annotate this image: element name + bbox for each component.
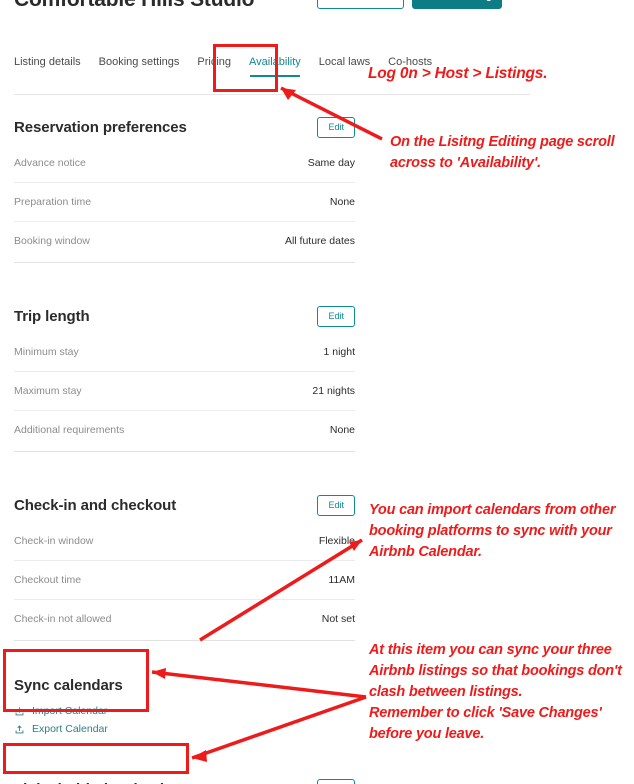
- header-actions: View calendar Preview listing: [317, 0, 502, 9]
- row-preparation-time: Preparation time None: [14, 182, 355, 221]
- import-calendar-label: Import Calendar: [32, 705, 108, 717]
- section-title: Trip length: [14, 307, 90, 325]
- row-label: Checkout time: [14, 574, 82, 586]
- view-calendar-button[interactable]: View calendar: [317, 0, 404, 9]
- row-label: Additional requirements: [14, 424, 125, 436]
- row-label: Check-in window: [14, 535, 94, 547]
- availability-settings-page: Comfortable Hills Studio View calendar P…: [0, 0, 634, 784]
- section-reservation-preferences: Reservation preferences Edit Advance not…: [14, 110, 355, 263]
- preview-listing-button[interactable]: Preview listing: [411, 0, 502, 9]
- export-calendar-icon: [14, 724, 25, 735]
- section-trip-length: Trip length Edit Minimum stay 1 night Ma…: [14, 299, 355, 452]
- tabs-divider: [14, 94, 530, 95]
- row-value: Same day: [307, 157, 355, 169]
- row-value: None: [329, 196, 355, 208]
- annotation-import-calendars: You can import calendars from other book…: [369, 502, 616, 560]
- import-calendar-icon: [14, 706, 25, 717]
- row-value: All future dates: [284, 235, 355, 247]
- availability-content: Reservation preferences Edit Advance not…: [14, 110, 355, 784]
- annotation-scroll-to-availability: On the Lisitng Editing page scroll acros…: [390, 134, 615, 171]
- section-title: Reservation preferences: [14, 118, 187, 136]
- row-advance-notice: Advance notice Same day: [14, 144, 355, 182]
- row-value: Not set: [321, 613, 355, 625]
- tab-listing-details[interactable]: Listing details: [14, 55, 81, 81]
- section-checkin-checkout: Check-in and checkout Edit Check-in wind…: [14, 488, 355, 641]
- row-value: 11AM: [328, 574, 355, 586]
- section-header: Reservation preferences Edit: [14, 110, 355, 144]
- section-title: Sync calendars: [14, 677, 123, 694]
- row-checkout-time: Checkout time 11AM: [14, 560, 355, 599]
- annotation-login-path: Log 0n > Host > Listings.: [368, 65, 548, 82]
- row-label: Maximum stay: [14, 385, 82, 397]
- edit-reservation-preferences-button[interactable]: Edit: [317, 116, 355, 138]
- tab-local-laws[interactable]: Local laws: [319, 55, 370, 81]
- row-label: Preparation time: [14, 196, 92, 208]
- section-header: Trip length Edit: [14, 299, 355, 333]
- edit-linked-calendars-button[interactable]: Edit: [317, 778, 355, 784]
- row-maximum-stay: Maximum stay 21 nights: [14, 371, 355, 410]
- tab-pricing[interactable]: Pricing: [197, 55, 231, 81]
- row-value: 1 night: [323, 346, 355, 358]
- section-title: Linked Airbnb calendars: [14, 781, 186, 784]
- export-calendar-label: Export Calendar: [32, 723, 108, 735]
- section-title: Check-in and checkout: [14, 496, 177, 514]
- section-linked-calendars: Linked Airbnb calendars Edit: [14, 774, 355, 784]
- row-additional-requirements: Additional requirements None: [14, 410, 355, 449]
- annotation-sync-listings: At this item you can sync your three Air…: [369, 642, 622, 742]
- edit-checkin-checkout-button[interactable]: Edit: [317, 494, 355, 516]
- row-checkin-not-allowed: Check-in not allowed Not set: [14, 599, 355, 638]
- row-label: Advance notice: [14, 157, 86, 169]
- row-label: Minimum stay: [14, 346, 79, 358]
- import-calendar-link[interactable]: Import Calendar: [14, 702, 355, 720]
- row-label: Check-in not allowed: [14, 613, 112, 625]
- section-sync-calendars: Sync calendars Import Calendar Export Ca…: [14, 677, 355, 738]
- export-calendar-link[interactable]: Export Calendar: [14, 720, 355, 738]
- row-value: None: [329, 424, 355, 436]
- row-label: Booking window: [14, 235, 90, 247]
- row-checkin-window: Check-in window Flexible: [14, 522, 355, 560]
- row-value: 21 nights: [312, 385, 355, 397]
- section-header: Check-in and checkout Edit: [14, 488, 355, 522]
- page-title: Comfortable Hills Studio: [14, 0, 254, 12]
- tab-booking-settings[interactable]: Booking settings: [99, 55, 180, 81]
- row-booking-window: Booking window All future dates: [14, 221, 355, 260]
- section-header: Linked Airbnb calendars Edit: [14, 774, 355, 784]
- edit-trip-length-button[interactable]: Edit: [317, 305, 355, 327]
- tab-availability[interactable]: Availability: [249, 55, 301, 81]
- row-value: Flexible: [318, 535, 355, 547]
- row-minimum-stay: Minimum stay 1 night: [14, 333, 355, 371]
